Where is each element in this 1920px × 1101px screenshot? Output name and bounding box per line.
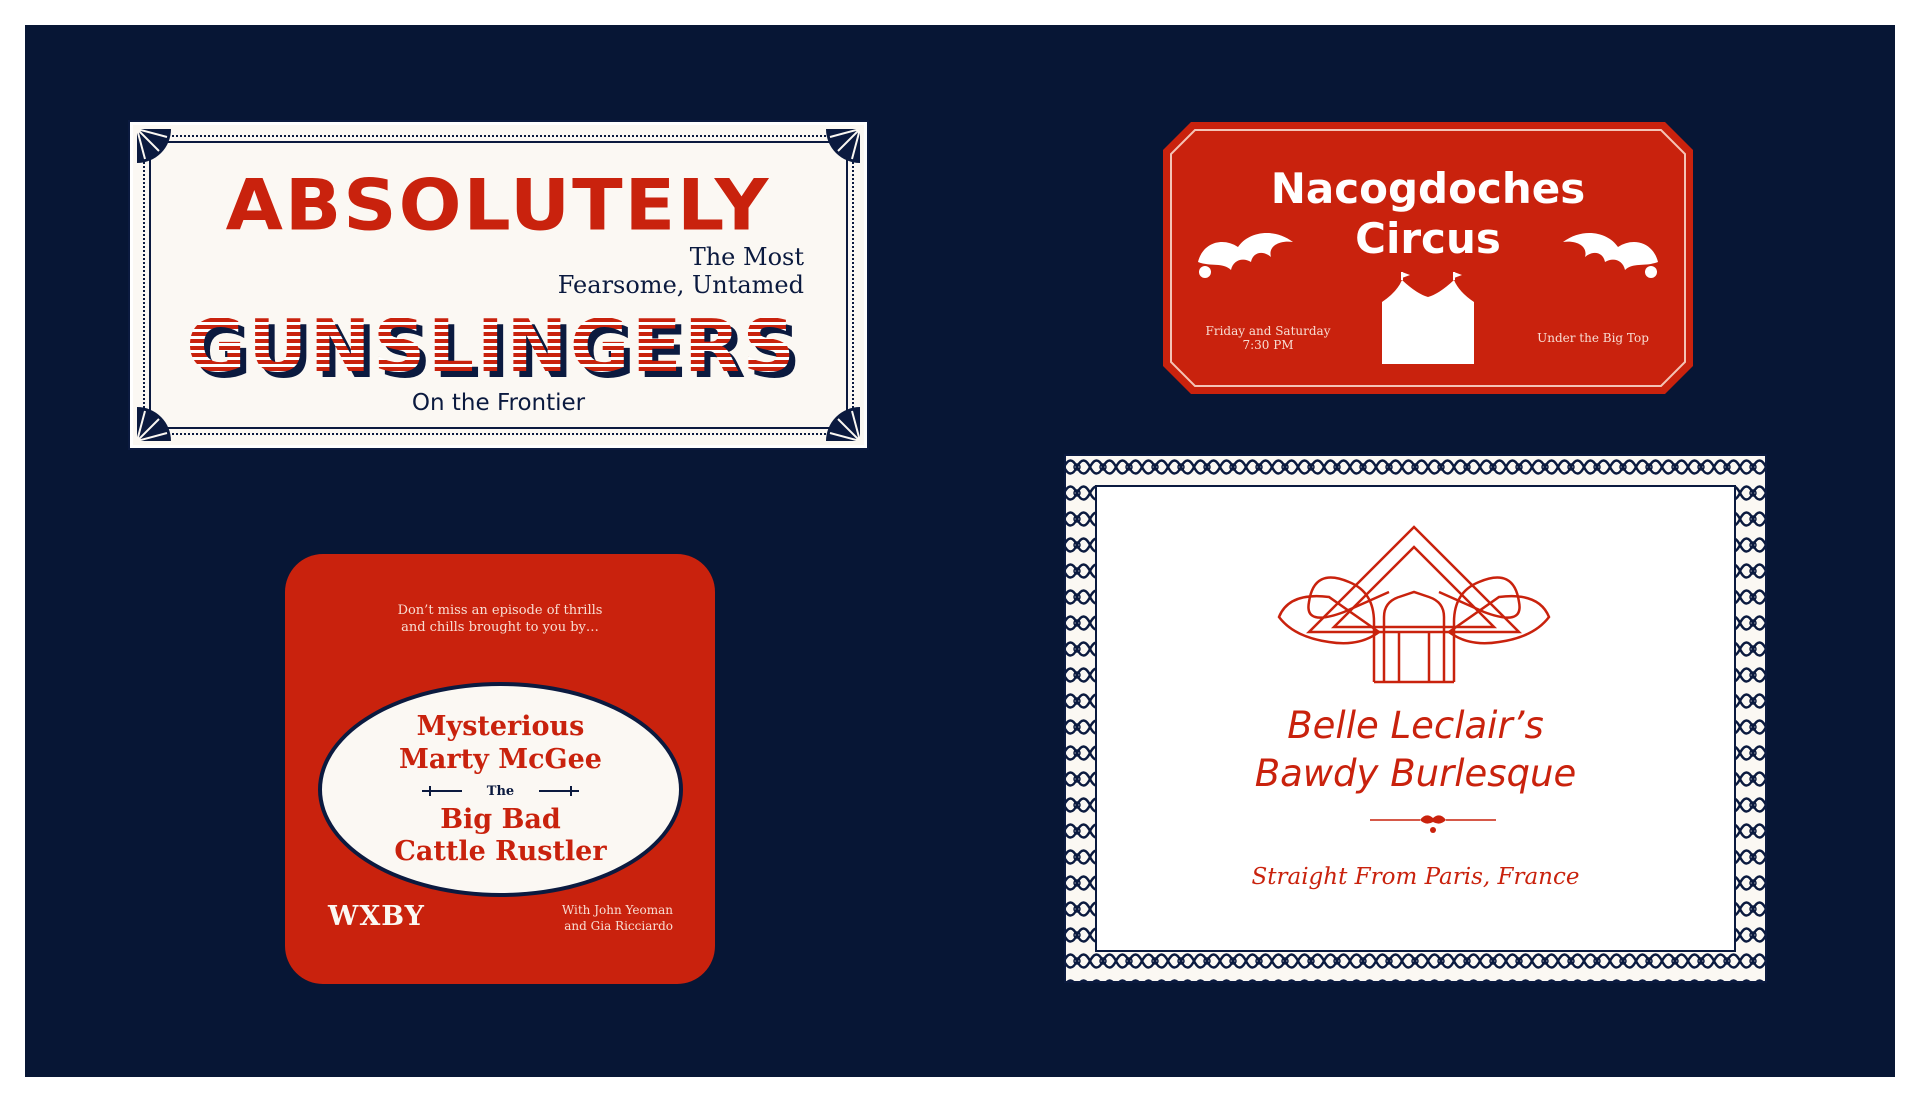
circus-ticket: Nacogdoches Circus Friday and Saturday 7… xyxy=(1163,122,1693,394)
knot-crown-ornament-icon xyxy=(1277,525,1551,684)
call-sign: WXBY xyxy=(328,901,425,932)
gunslingers-title: GUNSLINGERS xyxy=(182,304,802,388)
credits-line-1: With John Yeoman xyxy=(561,903,673,917)
gunslingers-title-group: GUNSLINGERS GUNSLINGERS xyxy=(186,304,808,395)
intro-text: Don’t miss an episode of thrills and chi… xyxy=(285,602,715,636)
left-rule-ornament-icon xyxy=(422,786,462,796)
connector-the: The xyxy=(486,784,515,799)
credits-text: With John Yeoman and Gia Ricciardo xyxy=(562,902,673,934)
title-oval: Mysterious Marty McGee The Big Bad Cattl… xyxy=(318,682,683,897)
subtitle-line-2: Fearsome, Untamed xyxy=(557,271,804,299)
show-time-text: 7:30 PM xyxy=(1242,338,1294,352)
circus-title-line-1: Nacogdoches xyxy=(1270,164,1586,213)
performer-name-line-1: Belle Leclair’s xyxy=(1287,704,1544,747)
show-title-line-1: Mysterious xyxy=(416,711,585,742)
show-title-line-2: Marty McGee xyxy=(399,744,602,775)
show-title-line-4: Cattle Rustler xyxy=(394,836,607,867)
big-top-tent-icon xyxy=(1382,272,1474,364)
subtitle-line-1: The Most xyxy=(689,243,804,271)
performer-name-line-2: Bawdy Burlesque xyxy=(1254,752,1577,795)
headline-absolutely: ABSOLUTELY xyxy=(225,165,771,247)
show-title-line-3: Big Bad xyxy=(440,804,561,835)
gunslingers-card: ABSOLUTELY The Most Fearsome, Untamed GU… xyxy=(128,120,869,450)
intro-line-2: and chills brought to you by… xyxy=(401,620,599,635)
right-flourish-icon xyxy=(1563,232,1658,278)
corner-fan-ornament-icon xyxy=(137,129,171,163)
venue-text: Under the Big Top xyxy=(1537,331,1649,345)
right-rule-ornament-icon xyxy=(539,786,579,796)
show-day-text: Friday and Saturday xyxy=(1205,324,1331,338)
footer-text: On the Frontier xyxy=(411,390,586,416)
corner-fan-ornament-icon xyxy=(826,129,860,163)
intro-line-1: Don’t miss an episode of thrills xyxy=(397,603,603,618)
radio-show-card: Don’t miss an episode of thrills and chi… xyxy=(285,554,715,984)
tagline: Straight From Paris, France xyxy=(1251,864,1580,890)
divider-ornament-icon xyxy=(1370,815,1496,833)
left-flourish-icon xyxy=(1198,232,1293,278)
credits-line-2: and Gia Ricciardo xyxy=(564,919,673,933)
burlesque-card: Belle Leclair’s Bawdy Burlesque Straight… xyxy=(1064,454,1767,983)
